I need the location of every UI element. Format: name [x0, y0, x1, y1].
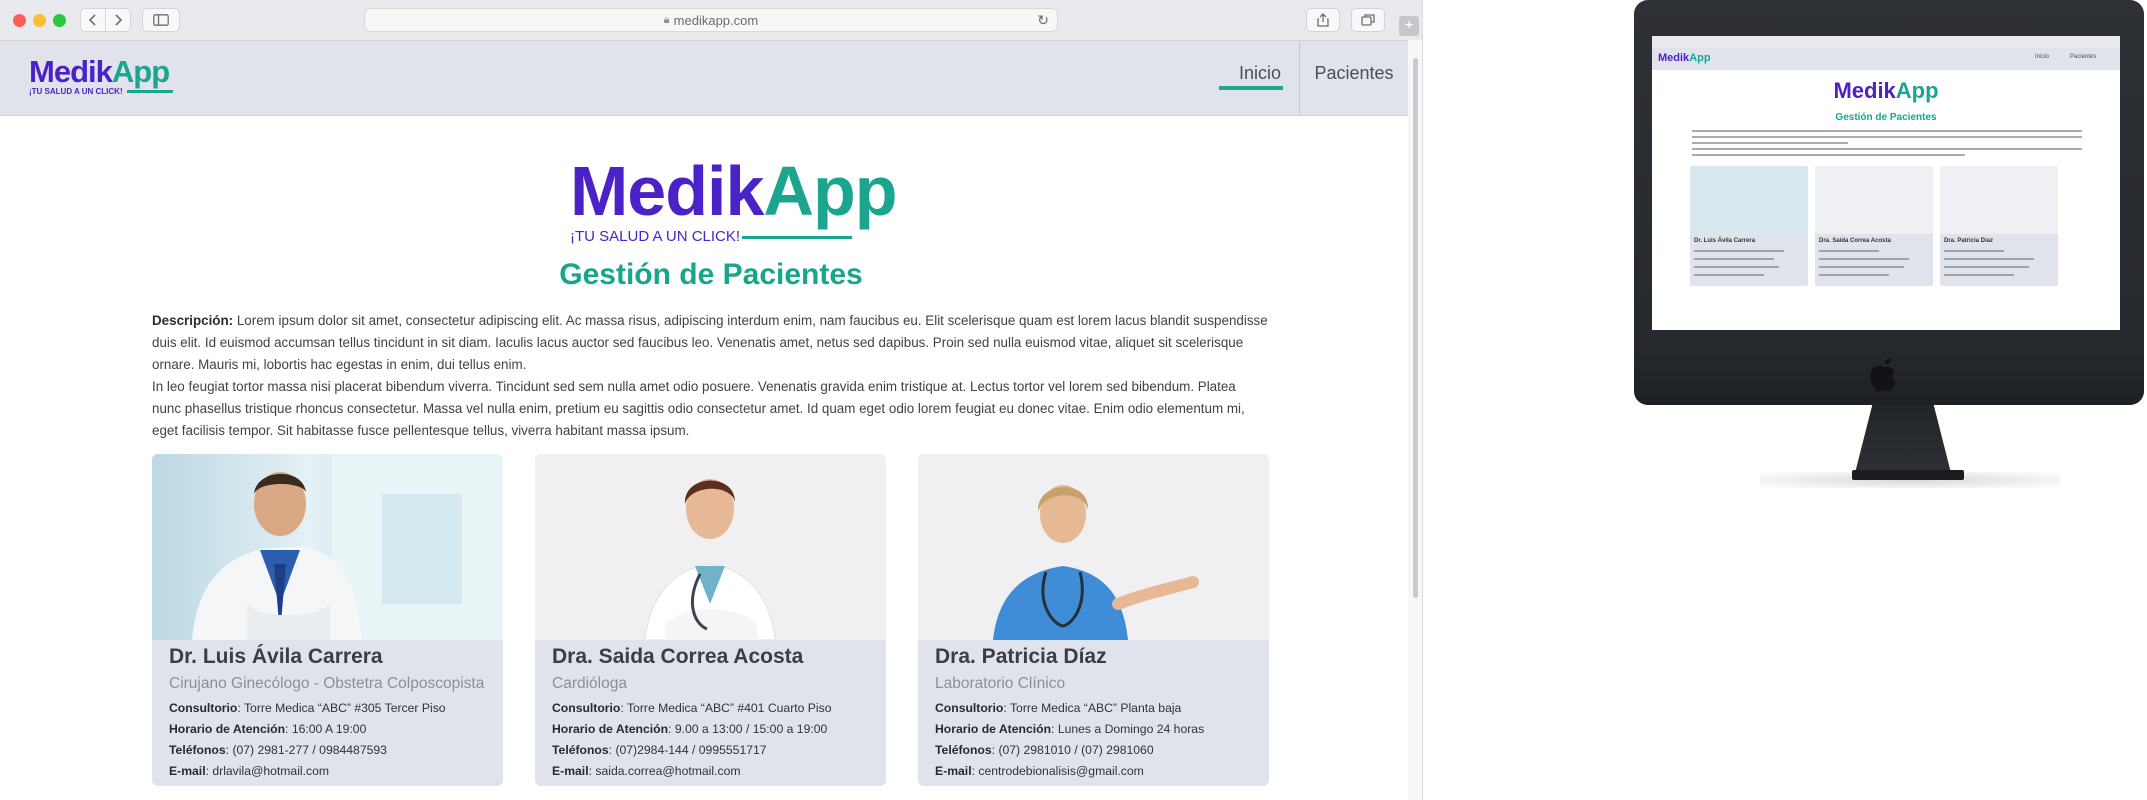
site-header: MedikApp ¡TU SALUD A UN CLICK! Inicio Pa…	[0, 41, 1408, 116]
doctor-name: Dra. Saida Correa Acosta	[552, 645, 804, 668]
doctor-horario: Horario de Atención: 16:00 A 19:00	[169, 722, 367, 736]
doctor-specialty: Cirujano Ginecólogo - Obstetra Colposcop…	[169, 675, 485, 692]
zoom-window-button[interactable]	[53, 14, 66, 27]
mini-site-header	[1652, 48, 2120, 70]
nav-active-indicator	[1219, 86, 1283, 90]
mini-description	[1692, 130, 2082, 160]
main-logo: MedikApp ¡TU SALUD A UN CLICK!	[570, 152, 897, 245]
doctor-card[interactable]: Dra. Patricia Díaz Laboratorio Clínico C…	[918, 454, 1269, 786]
nav-inicio[interactable]: Inicio	[1210, 63, 1310, 84]
back-button[interactable]	[80, 8, 106, 32]
description: Descripción: Lorem ipsum dolor sit amet,…	[152, 310, 1268, 442]
browser-toolbar: 🔒︎ medikapp.com ↻ +	[0, 0, 1422, 41]
doctor-name: Dr. Luis Ávila Carrera	[169, 645, 383, 668]
mini-doctor-card: Dr. Luis Ávila Carrera	[1690, 166, 1808, 286]
forward-button[interactable]	[105, 8, 131, 32]
doctor-consultorio: Consultorio: Torre Medica “ABC” Planta b…	[935, 701, 1182, 715]
new-tab-button[interactable]: +	[1399, 16, 1419, 36]
doctor-photo	[918, 454, 1269, 640]
doctor-name: Dra. Patricia Díaz	[935, 645, 1107, 668]
doctor-telefonos: Teléfonos: (07)2984-144 / 0995551717	[552, 743, 767, 757]
doctor-telefonos: Teléfonos: (07) 2981010 / (07) 2981060	[935, 743, 1154, 757]
share-icon	[1317, 13, 1329, 27]
doctor-telefonos: Teléfonos: (07) 2981-277 / 0984487593	[169, 743, 387, 757]
doctor-photo	[152, 454, 503, 640]
logo-tagline: ¡TU SALUD A UN CLICK!	[29, 87, 123, 96]
mini-logo: MedikApp	[1658, 52, 1711, 64]
doctor-card[interactable]: Dr. Luis Ávila Carrera Cirujano Ginecólo…	[152, 454, 503, 786]
close-window-button[interactable]	[13, 14, 26, 27]
nav-pacientes[interactable]: Pacientes	[1300, 63, 1408, 84]
sidebar-toggle-button[interactable]	[142, 8, 180, 32]
imac-mockup: MedikApp Inicio Pacientes MedikApp Gesti…	[1630, 0, 2147, 500]
doctor-consultorio: Consultorio: Torre Medica “ABC” #401 Cua…	[552, 701, 832, 715]
mini-nav-inicio: Inicio	[2035, 54, 2050, 60]
doctor-email[interactable]: E-mail: saida.correa@hotmail.com	[552, 764, 741, 778]
doctor-horario: Horario de Atención: Lunes a Domingo 24 …	[935, 722, 1205, 736]
share-button[interactable]	[1306, 8, 1340, 32]
doctor-email[interactable]: E-mail: drlavila@hotmail.com	[169, 764, 329, 778]
chevron-left-icon	[88, 14, 96, 26]
mini-nav-pacientes: Pacientes	[2070, 54, 2097, 60]
mini-doctor-card: Dra. Saida Correa Acosta	[1815, 166, 1933, 286]
page-title: Gestión de Pacientes	[559, 258, 863, 291]
sidebar-icon	[153, 14, 169, 26]
chevron-right-icon	[115, 14, 123, 26]
imac-foot	[1852, 470, 1964, 480]
browser-window: 🔒︎ medikapp.com ↻ + MedikApp ¡TU SALUD A…	[0, 0, 1423, 800]
description-paragraph-1: Lorem ipsum dolor sit amet, consectetur …	[152, 313, 1268, 372]
doctor-specialty: Laboratorio Clínico	[935, 675, 1066, 692]
tabs-icon	[1361, 14, 1375, 26]
description-paragraph-2: In leo feugiat tortor massa nisi placera…	[152, 379, 1245, 438]
doctor-consultorio: Consultorio: Torre Medica “ABC” #305 Ter…	[169, 701, 446, 715]
description-label: Descripción:	[152, 313, 234, 328]
apple-logo-icon	[1864, 358, 1904, 398]
lock-icon: 🔒︎	[663, 13, 670, 26]
mini-doctor-card: Dra. Patricia Díaz	[1940, 166, 2058, 286]
reload-icon[interactable]: ↻	[1037, 12, 1049, 29]
imac-stand	[1855, 405, 1951, 473]
mini-page-title: Gestión de Pacientes	[1835, 112, 1937, 123]
scrollbar-thumb[interactable]	[1413, 58, 1418, 598]
url-text: medikapp.com	[673, 12, 759, 28]
doctor-card[interactable]: Dra. Saida Correa Acosta Cardióloga Cons…	[535, 454, 886, 786]
mini-browser-toolbar	[1652, 36, 2120, 48]
tab-overview-button[interactable]	[1351, 8, 1385, 32]
doctor-photo	[535, 454, 886, 640]
logo-underline	[742, 236, 852, 239]
header-logo[interactable]: MedikApp ¡TU SALUD A UN CLICK!	[29, 56, 173, 96]
imac-screen: MedikApp Inicio Pacientes MedikApp Gesti…	[1652, 36, 2120, 330]
minimize-window-button[interactable]	[33, 14, 46, 27]
doctor-specialty: Cardióloga	[552, 675, 627, 692]
doctor-email[interactable]: E-mail: centrodebionalisis@gmail.com	[935, 764, 1144, 778]
doctor-horario: Horario de Atención: 9.00 a 13:00 / 15:0…	[552, 722, 828, 736]
mini-main-logo: MedikApp	[1833, 78, 1939, 103]
address-bar[interactable]: 🔒︎ medikapp.com ↻	[364, 8, 1058, 32]
